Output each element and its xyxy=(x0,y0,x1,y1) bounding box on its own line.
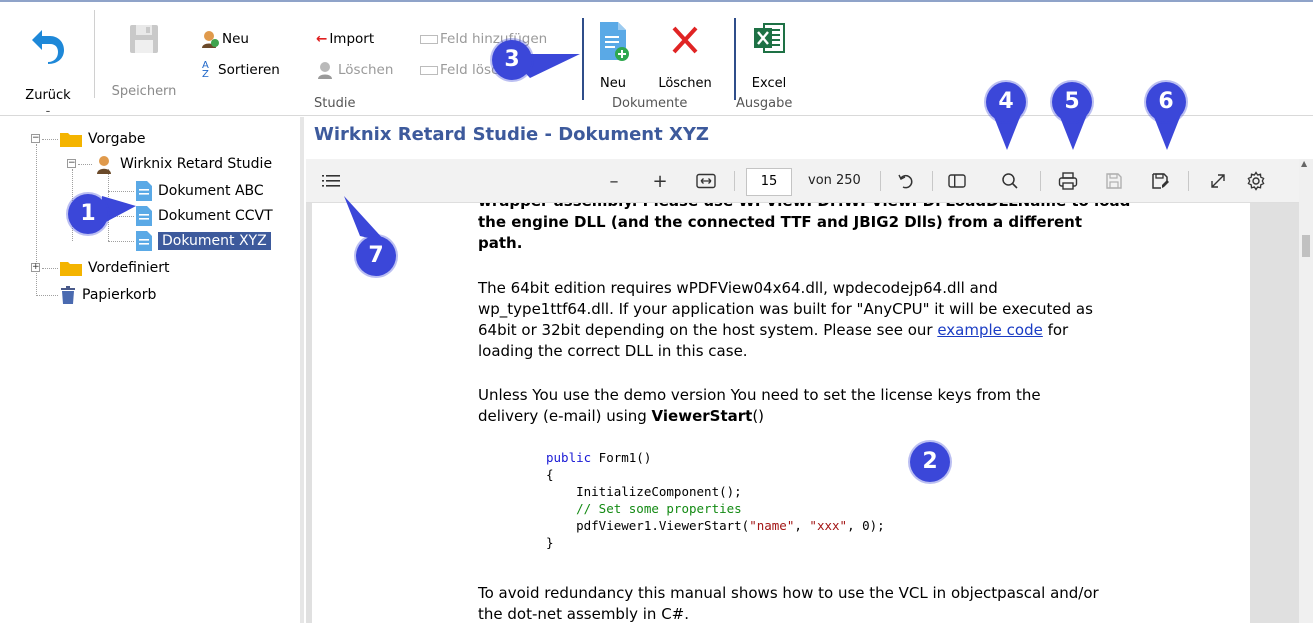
callout-7: 7 xyxy=(356,236,396,276)
callout-pointer xyxy=(344,196,386,242)
callout-6: 6 xyxy=(1146,82,1186,122)
app-window: Zurück - Speichern Neu A Z Sortieren ← I… xyxy=(0,0,1313,623)
callout-4: 4 xyxy=(986,82,1026,122)
callout-2: 2 xyxy=(910,442,950,482)
callout-pointers xyxy=(102,54,1182,242)
callout-3: 3 xyxy=(492,40,532,80)
callout-5: 5 xyxy=(1052,82,1092,122)
callout-1: 1 xyxy=(68,194,108,234)
